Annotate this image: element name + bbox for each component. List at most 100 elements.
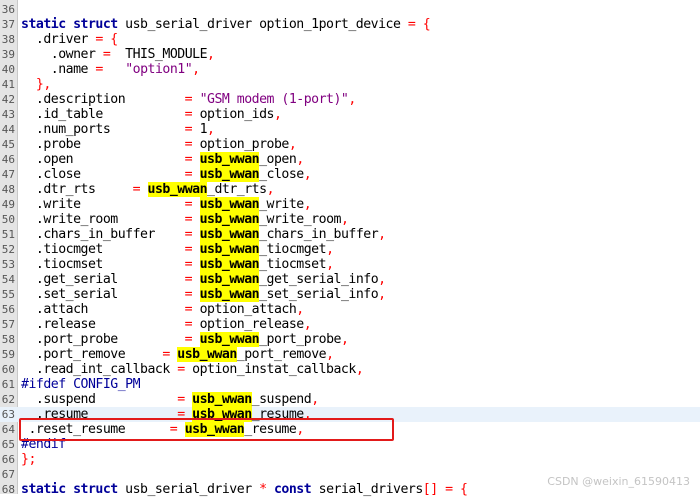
code-token: = [184,257,193,272]
code-token: _close [259,167,304,182]
code-token: #ifdef CONFIG_PM [21,377,141,392]
code-token: = [184,227,193,242]
code-token: = [184,287,193,302]
code-line[interactable]: 46 .open = usb_wwan_open, [0,152,700,167]
line-number: 36 [1,3,15,16]
line-number: 58 [1,333,15,346]
code-text: .open = usb_wwan_open, [21,152,304,167]
code-token: = [162,347,170,362]
line-number: 47 [1,168,15,181]
code-text: .id_table = option_ids, [21,107,282,122]
code-token: .port_remove [21,347,163,362]
search-match: usb_wwan [192,392,252,407]
code-text: .tiocmget = usb_wwan_tiocmget, [21,242,334,257]
line-number: 50 [1,213,15,226]
code-token: = [184,197,193,212]
line-number: 63 [1,408,15,421]
code-token: , [266,182,275,197]
code-line[interactable]: 52 .tiocmget = usb_wwan_tiocmget, [0,242,700,257]
code-line[interactable]: 37 static struct usb_serial_driver option… [0,17,700,32]
code-line[interactable]: 51 .chars_in_buffer = usb_wwan_chars_in_… [0,227,700,242]
code-line[interactable]: 48 .dtr_rts = usb_wwan_dtr_rts, [0,182,700,197]
code-token: = [177,392,185,407]
code-token: serial_drivers [311,482,424,497]
code-line[interactable]: 50 .write_room = usb_wwan_write_room, [0,212,700,227]
code-line[interactable]: 58 .port_probe = usb_wwan_port_probe, [0,332,700,347]
code-token: * [259,482,267,497]
code-text: .port_probe = usb_wwan_port_probe, [21,332,349,347]
code-line[interactable]: 47 .close = usb_wwan_close, [0,167,700,182]
line-number: 38 [1,33,15,46]
code-token: = [184,167,193,182]
line-number: 61 [1,378,15,391]
code-token: .set_serial [21,287,185,302]
code-token: option_attach [192,302,297,317]
code-token: }, [21,77,51,92]
code-token: _set_serial_info [259,287,379,302]
code-token: , [303,167,312,182]
code-token: 1 [192,122,208,137]
code-line[interactable]: 40 .name = "option1", [0,62,700,77]
code-token: = [184,332,193,347]
code-token: option_probe [192,137,290,152]
code-token: THIS_MODULE [110,47,208,62]
code-line[interactable]: 39 .owner = THIS_MODULE, [0,47,700,62]
code-line[interactable]: 59 .port_remove = usb_wwan_port_remove, [0,347,700,362]
search-match: usb_wwan [147,182,208,197]
code-token: , [296,152,304,167]
code-line[interactable]: 61 #ifdef CONFIG_PM [0,377,700,392]
code-line[interactable]: 54 .get_serial = usb_wwan_get_serial_inf… [0,272,700,287]
code-line[interactable]: 44 .num_ports = 1, [0,122,700,137]
code-token: .write [21,197,185,212]
code-token: = [184,302,193,317]
code-text: .tiocmset = usb_wwan_tiocmset, [21,257,334,272]
code-token: = [184,317,193,332]
code-text: static struct usb_serial_driver * const … [21,482,468,497]
code-text: .probe = option_probe, [21,137,297,152]
code-token: _chars_in_buffer [259,227,379,242]
line-number: 59 [1,348,15,361]
code-line[interactable]: 36 [0,2,700,17]
code-line[interactable]: 62 .suspend = usb_wwan_suspend, [0,392,700,407]
code-line[interactable]: 38 .driver = { [0,32,700,47]
code-token: .name [21,62,96,77]
code-line[interactable]: 43 .id_table = option_ids, [0,107,700,122]
line-number: 52 [1,243,15,256]
code-text: .description = "GSM modem (1-port)", [21,92,356,107]
code-token: = [184,272,193,287]
code-line[interactable]: 49 .write = usb_wwan_write, [0,197,700,212]
search-match: usb_wwan [199,167,260,182]
line-number: 68 [1,483,15,496]
code-line[interactable]: 56 .attach = option_attach, [0,302,700,317]
line-number: 51 [1,228,15,241]
code-text: .close = usb_wwan_close, [21,167,312,182]
code-line[interactable]: 55 .set_serial = usb_wwan_set_serial_inf… [0,287,700,302]
code-text: .driver = { [21,32,118,47]
code-token: , [303,317,312,332]
highlight-box [19,418,394,441]
code-line[interactable]: 57 .release = option_release, [0,317,700,332]
code-line[interactable]: 45 .probe = option_probe, [0,137,700,152]
code-text: .chars_in_buffer = usb_wwan_chars_in_buf… [21,227,386,242]
code-token: = [184,152,193,167]
code-line[interactable]: 53 .tiocmset = usb_wwan_tiocmset, [0,257,700,272]
code-line[interactable]: 42 .description = "GSM modem (1-port)", [0,92,700,107]
code-token: , [378,287,386,302]
code-token: = [132,182,141,197]
code-line[interactable]: 66}; [0,452,700,467]
code-token: _port_remove [236,347,327,362]
code-text: .read_int_callback = option_instat_callb… [21,362,364,377]
line-number: 37 [1,18,15,31]
code-text: .get_serial = usb_wwan_get_serial_info, [21,272,386,287]
code-line[interactable]: 60 .read_int_callback = option_instat_ca… [0,362,700,377]
code-line[interactable]: 41 }, [0,77,700,92]
line-number: 62 [1,393,15,406]
code-text: .dtr_rts = usb_wwan_dtr_rts, [21,182,275,197]
code-token: , [326,347,334,362]
line-number: 54 [1,273,15,286]
